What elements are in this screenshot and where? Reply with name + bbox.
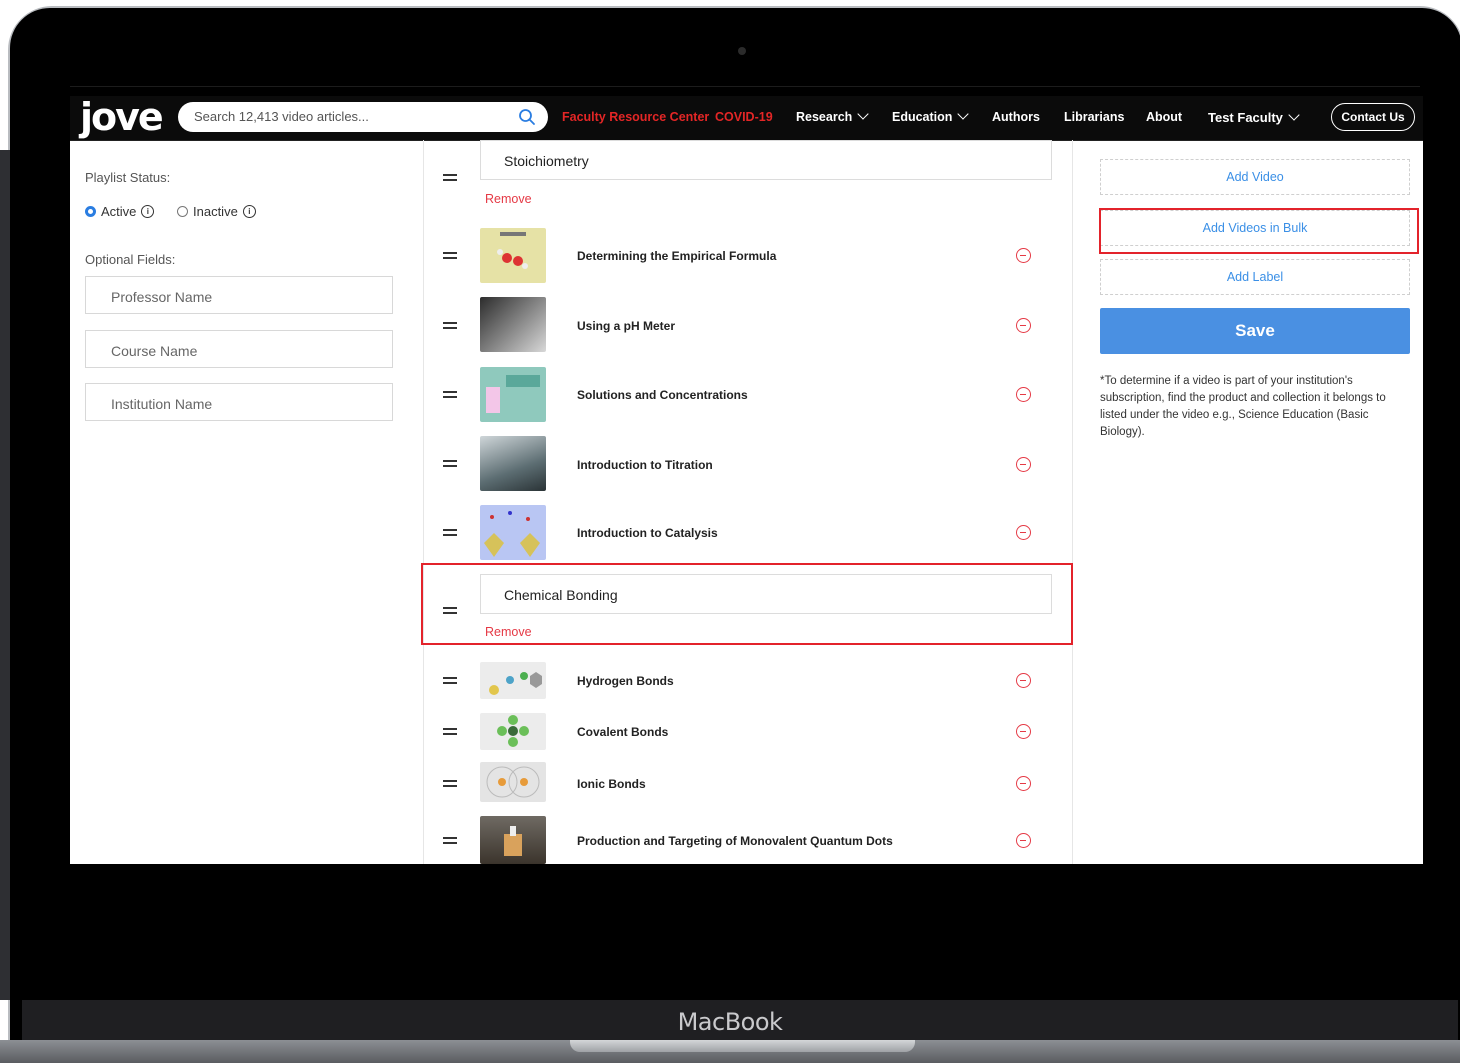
remove-section-link[interactable]: Remove (485, 192, 532, 206)
video-title[interactable]: Using a pH Meter (577, 319, 675, 333)
nav-user-label: Test Faculty (1208, 110, 1283, 125)
video-title[interactable]: Determining the Empirical Formula (577, 249, 776, 263)
contact-us-button[interactable]: Contact Us (1331, 103, 1415, 131)
video-thumbnail[interactable] (480, 297, 546, 352)
optional-fields-label: Optional Fields: (85, 252, 176, 267)
remove-circle-icon[interactable] (1016, 833, 1031, 848)
search-icon[interactable] (518, 108, 536, 126)
drag-handle-icon[interactable] (443, 728, 457, 735)
video-thumbnail[interactable] (480, 662, 546, 699)
highlight-annotation (421, 563, 1073, 645)
camera-icon (738, 47, 746, 55)
nav-faculty-resource-center[interactable]: Faculty Resource Center (562, 110, 709, 124)
institution-name-field[interactable] (85, 383, 393, 421)
course-name-input[interactable] (109, 342, 383, 360)
radio-unselected-icon (177, 206, 188, 217)
laptop-notch (570, 1040, 915, 1052)
molecule-thumbnail-icon (497, 232, 528, 269)
nav-education[interactable]: Education (892, 108, 970, 124)
playlist-settings-panel: Playlist Status: Active i Inactive i Opt… (70, 140, 424, 864)
search-input[interactable] (192, 108, 496, 125)
search-bar[interactable] (178, 102, 548, 132)
drag-handle-icon[interactable] (443, 391, 457, 398)
remove-circle-icon[interactable] (1016, 673, 1031, 688)
section-title-field[interactable]: Stoichiometry (480, 140, 1052, 180)
video-thumbnail[interactable] (480, 228, 546, 283)
professor-name-field[interactable] (85, 276, 393, 314)
chevron-down-icon (957, 108, 970, 120)
playlist-status-label: Playlist Status: (85, 170, 171, 185)
remove-circle-icon[interactable] (1016, 724, 1031, 739)
institution-name-input[interactable] (109, 395, 383, 413)
bezel-divider (70, 86, 1420, 87)
hydrogen-bond-thumbnail-icon (489, 672, 542, 695)
drag-handle-icon[interactable] (443, 529, 457, 536)
save-button[interactable]: Save (1100, 308, 1410, 354)
drag-handle-icon[interactable] (443, 174, 457, 181)
drag-handle-icon[interactable] (443, 252, 457, 259)
nav-research[interactable]: Research (796, 108, 869, 124)
screen: jove Faculty Resource Center COVID-19 Re… (70, 96, 1423, 864)
info-icon[interactable]: i (242, 205, 256, 218)
actions-panel: Add Video Add Videos in Bulk Add Label S… (1072, 140, 1423, 864)
playlist-editor: Stoichiometry Remove Determining the Emp… (421, 140, 1073, 864)
video-title[interactable]: Solutions and Concentrations (577, 388, 748, 402)
highlight-annotation (1099, 208, 1419, 254)
status-inactive-radio[interactable]: Inactive i (177, 204, 256, 219)
remove-circle-icon[interactable] (1016, 387, 1031, 402)
video-title[interactable]: Introduction to Titration (577, 458, 713, 472)
nav-librarians[interactable]: Librarians (1064, 110, 1124, 124)
nav-education-label: Education (892, 110, 953, 124)
chart-thumbnail-icon (486, 375, 540, 413)
nav-research-label: Research (796, 110, 853, 124)
covalent-bond-thumbnail-icon (497, 715, 529, 747)
video-thumbnail[interactable] (480, 367, 546, 422)
subscription-note: *To determine if a video is part of your… (1100, 375, 1386, 438)
radio-selected-icon (85, 206, 96, 217)
catalysis-thumbnail-icon (484, 511, 540, 557)
drag-handle-icon[interactable] (443, 780, 457, 787)
add-video-button[interactable]: Add Video (1100, 159, 1410, 195)
video-thumbnail[interactable] (480, 762, 546, 802)
video-thumbnail[interactable] (480, 505, 546, 560)
status-active-radio[interactable]: Active i (85, 204, 155, 219)
drag-handle-icon[interactable] (443, 837, 457, 844)
remove-circle-icon[interactable] (1016, 318, 1031, 333)
nav-authors[interactable]: Authors (992, 110, 1040, 124)
video-title[interactable]: Production and Targeting of Monovalent Q… (577, 834, 893, 848)
info-icon[interactable]: i (141, 205, 155, 218)
device-label: MacBook (677, 1008, 783, 1036)
nav-about[interactable]: About (1146, 110, 1182, 124)
chevron-down-icon (1288, 109, 1300, 121)
video-thumbnail[interactable] (480, 713, 546, 750)
drag-handle-icon[interactable] (443, 677, 457, 684)
remove-circle-icon[interactable] (1016, 525, 1031, 540)
nav-user-menu[interactable]: Test Faculty (1208, 109, 1300, 125)
section-title: Stoichiometry (504, 153, 589, 169)
video-title[interactable]: Covalent Bonds (577, 725, 668, 739)
active-label: Active (101, 204, 137, 219)
jove-logo[interactable]: jove (80, 98, 164, 136)
remove-circle-icon[interactable] (1016, 776, 1031, 791)
drag-handle-icon[interactable] (443, 322, 457, 329)
professor-name-input[interactable] (109, 288, 383, 306)
nav-covid-19[interactable]: COVID-19 (715, 110, 773, 124)
drag-handle-icon[interactable] (443, 460, 457, 467)
video-title[interactable]: Introduction to Catalysis (577, 526, 718, 540)
course-name-field[interactable] (85, 330, 393, 368)
remove-circle-icon[interactable] (1016, 457, 1031, 472)
video-thumbnail[interactable] (480, 436, 546, 491)
ionic-bond-thumbnail-icon (486, 766, 540, 798)
video-title[interactable]: Hydrogen Bonds (577, 674, 674, 688)
add-label-button[interactable]: Add Label (1100, 259, 1410, 295)
remove-circle-icon[interactable] (1016, 248, 1031, 263)
inactive-label: Inactive (193, 204, 238, 219)
video-thumbnail[interactable] (480, 816, 546, 864)
video-title[interactable]: Ionic Bonds (577, 777, 646, 791)
chevron-down-icon (857, 108, 869, 120)
background-strip (0, 150, 10, 1000)
top-navbar: jove Faculty Resource Center COVID-19 Re… (70, 96, 1423, 141)
quantum-dots-thumbnail-icon (504, 826, 522, 856)
